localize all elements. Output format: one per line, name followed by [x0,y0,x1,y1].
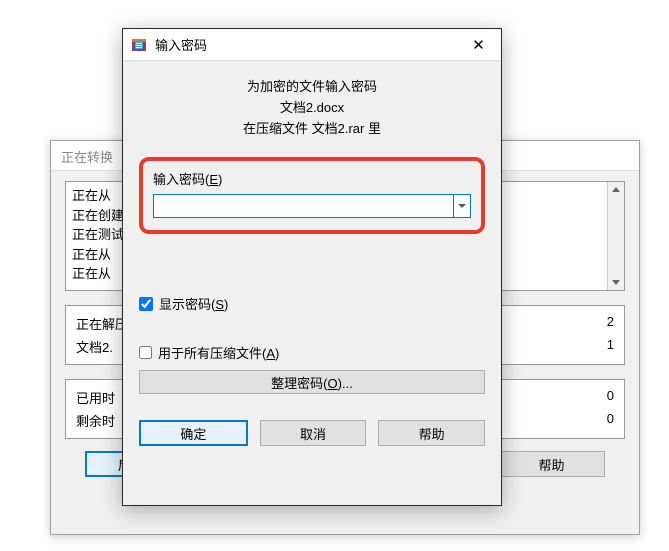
header-line: 在压缩文件 文档2.rar 里 [139,119,485,140]
password-titlebar: 输入密码 ✕ [123,29,501,61]
password-input[interactable] [153,194,453,218]
header-line: 为加密的文件输入密码 [139,77,485,98]
extract-label: 正在解压 [76,314,128,333]
elapsed-label: 已用时 [76,388,115,407]
password-title: 输入密码 [155,35,456,54]
extract-value: 2 [607,314,614,333]
extract-file: 文档2. [76,337,113,356]
password-label: 输入密码(E) [153,169,471,188]
show-password-checkbox[interactable]: 显示密码(S) [139,294,485,313]
password-combobox[interactable] [153,194,471,218]
progress-title: 正在转换 [61,150,113,165]
remaining-value: 0 [607,411,614,430]
remaining-label: 剩余时 [76,411,115,430]
organize-passwords-button[interactable]: 整理密码(O)... [139,370,485,394]
show-password-input[interactable] [139,297,153,311]
cancel-button[interactable]: 取消 [260,420,367,446]
use-all-checkbox[interactable]: 用于所有压缩文件(A) [139,343,485,362]
password-highlight: 输入密码(E) [139,157,485,234]
help-button[interactable]: 帮助 [378,420,485,446]
winrar-icon [130,36,148,54]
extract-value: 1 [607,337,614,356]
ok-button[interactable]: 确定 [139,420,248,446]
close-icon[interactable]: ✕ [456,29,501,61]
password-dialog: 输入密码 ✕ 为加密的文件输入密码 文档2.docx 在压缩文件 文档2.rar… [122,28,502,506]
help-button[interactable]: 帮助 [498,451,605,477]
scrollbar[interactable] [607,182,624,290]
header-line: 文档2.docx [139,98,485,119]
elapsed-value: 0 [607,388,614,407]
password-header: 为加密的文件输入密码 文档2.docx 在压缩文件 文档2.rar 里 [139,77,485,139]
chevron-down-icon[interactable] [453,194,471,218]
use-all-input[interactable] [139,346,152,359]
